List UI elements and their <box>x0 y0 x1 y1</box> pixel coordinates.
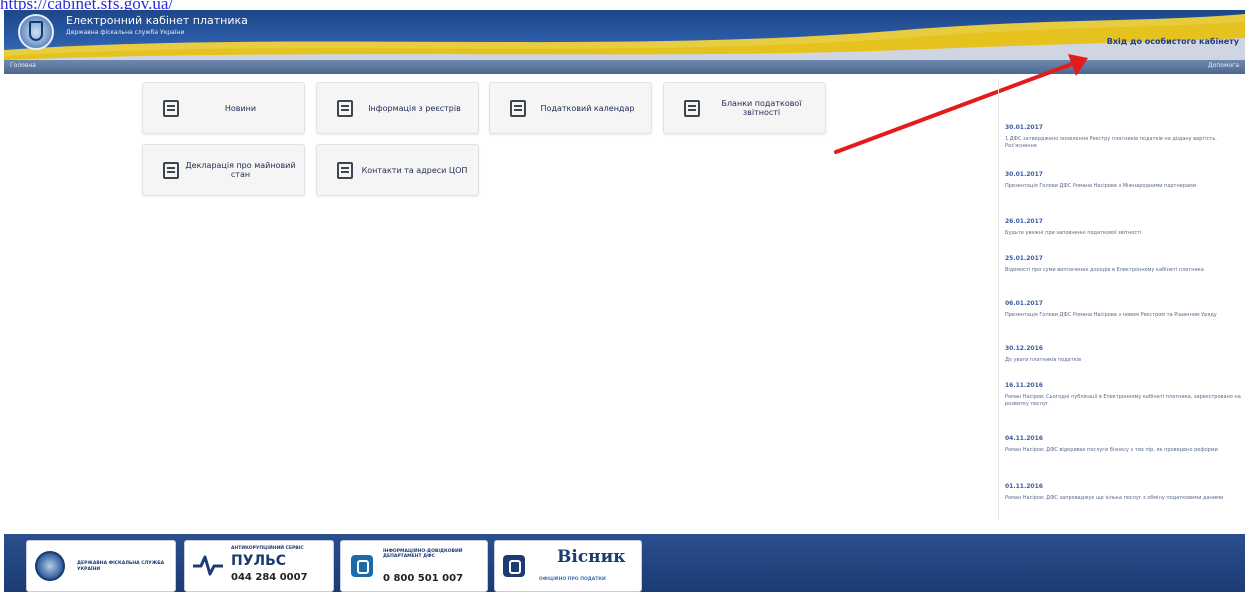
footer-visnyk-banner[interactable]: Вісник ОФІЦІЙНО ПРО ПОДАТКИ <box>494 540 642 592</box>
news-item[interactable]: 01.11.2016 Роман Насіров: ДФС запроваджу… <box>1005 483 1245 502</box>
tile-label: Новини <box>224 103 257 113</box>
news-item[interactable]: 30.12.2016 До уваги платників податків <box>1005 345 1245 364</box>
news-text[interactable]: Презентація Голови ДФС Романа Насірова з… <box>1005 312 1245 319</box>
news-item[interactable]: 06.01.2017 Презентація Голови ДФС Романа… <box>1005 300 1245 319</box>
personal-cabinet-login-link[interactable]: Вхід до особистого кабінету <box>1107 37 1239 46</box>
page-url-link[interactable]: https://cabinet.sfs.gov.ua/ <box>0 0 173 10</box>
visnyk-caption: ОФІЦІЙНО ПРО ПОДАТКИ <box>539 577 606 582</box>
news-sidebar: 30.01.2017 1 ДФС затверджено оновлення Р… <box>998 79 1246 520</box>
news-item[interactable]: 30.01.2017 Презентація Голови ДФС Романа… <box>1005 171 1245 190</box>
news-date[interactable]: 04.11.2016 <box>1005 435 1245 443</box>
news-item[interactable]: 30.01.2017 1 ДФС затверджено оновлення Р… <box>1005 124 1245 150</box>
news-item[interactable]: 04.11.2016 Роман Насіров: ДФС відкриває … <box>1005 435 1245 454</box>
news-date[interactable]: 30.12.2016 <box>1005 345 1245 353</box>
tile-tax-forms[interactable]: Бланки податкової звітності <box>663 82 826 134</box>
news-text[interactable]: Презентація Голови ДФС Романа Насірова з… <box>1005 183 1245 190</box>
news-text[interactable]: Будьте уважні при заповненні податкової … <box>1005 230 1245 237</box>
tile-tax-calendar[interactable]: Податковий календар <box>489 82 652 134</box>
puls-name: ПУЛЬС <box>231 553 287 569</box>
contact-card-icon <box>337 161 353 179</box>
newspaper-icon <box>163 99 179 117</box>
footer-info-banner[interactable]: ІНФОРМАЦІЙНО-ДОВІДКОВИЙ ДЕПАРТАМЕНТ ДФС … <box>340 540 488 592</box>
info-caption: ІНФОРМАЦІЙНО-ДОВІДКОВИЙ ДЕПАРТАМЕНТ ДФС <box>383 549 463 559</box>
home-link[interactable]: Головна <box>10 62 36 69</box>
news-item[interactable]: 25.01.2017 Відомості про суми виплачених… <box>1005 255 1245 274</box>
news-text[interactable]: 1 ДФС затверджено оновлення Реєстру плат… <box>1005 136 1245 150</box>
tablet-icon <box>503 555 525 577</box>
puls-caption: АНТИКОРУПЦІЙНИЙ СЕРВІС <box>231 546 304 551</box>
news-date[interactable]: 25.01.2017 <box>1005 255 1245 263</box>
tile-label: Контакти та адреси ЦОП <box>361 165 468 175</box>
footer-puls-banner[interactable]: АНТИКОРУПЦІЙНИЙ СЕРВІС ПУЛЬС 044 284 000… <box>184 540 334 592</box>
dfs-emblem-icon <box>35 551 65 581</box>
calendar-icon <box>510 99 526 117</box>
news-date[interactable]: 26.01.2017 <box>1005 218 1245 226</box>
tile-label: Декларація про майновий стан <box>185 161 296 179</box>
tile-news[interactable]: Новини <box>142 82 305 134</box>
phone-icon <box>351 555 373 577</box>
tile-label: Бланки податкової звітності <box>721 99 802 117</box>
info-phone: 0 800 501 007 <box>383 573 464 584</box>
news-text[interactable]: Відомості про суми виплачених доходів в … <box>1005 267 1245 274</box>
footer-dfs-banner[interactable]: ДЕРЖАВНА ФІСКАЛЬНА СЛУЖБА УКРАЇНИ <box>26 540 176 592</box>
news-text[interactable]: До уваги платників податків <box>1005 357 1245 364</box>
pulse-icon <box>193 555 223 576</box>
news-date[interactable]: 16.11.2016 <box>1005 382 1245 390</box>
tile-contacts[interactable]: Контакти та адреси ЦОП <box>316 144 479 196</box>
visnyk-title: Вісник <box>557 547 626 567</box>
news-text[interactable]: Роман Насіров: ДФС відкриває послуги біз… <box>1005 447 1245 454</box>
document-icon <box>684 99 700 117</box>
dfs-logo[interactable] <box>18 14 54 50</box>
news-date[interactable]: 30.01.2017 <box>1005 124 1245 132</box>
puls-phone: 044 284 0007 <box>231 572 308 583</box>
news-date[interactable]: 01.11.2016 <box>1005 483 1245 491</box>
news-item[interactable]: 26.01.2017 Будьте уважні при заповненні … <box>1005 218 1245 237</box>
tile-label: Інформація з реєстрів <box>368 103 461 113</box>
news-text[interactable]: Роман Насіров: Сьогодні публікації в Еле… <box>1005 394 1245 408</box>
news-date[interactable]: 06.01.2017 <box>1005 300 1245 308</box>
news-item[interactable]: 16.11.2016 Роман Насіров: Сьогодні публі… <box>1005 382 1245 408</box>
news-date[interactable]: 30.01.2017 <box>1005 171 1245 179</box>
tile-property-declaration[interactable]: Декларація про майновий стан <box>142 144 305 196</box>
site-subtitle: Державна фіскальна служба України <box>66 29 185 36</box>
site-title: Електронний кабінет платника <box>66 14 248 27</box>
footer-dfs-label: ДЕРЖАВНА ФІСКАЛЬНА СЛУЖБА УКРАЇНИ <box>77 561 165 572</box>
news-text[interactable]: Роман Насіров: ДФС запроваджує ще кілька… <box>1005 495 1245 502</box>
site-footer: ДЕРЖАВНА ФІСКАЛЬНА СЛУЖБА УКРАЇНИ АНТИКО… <box>4 534 1245 592</box>
info-icon <box>337 99 353 117</box>
tile-registries[interactable]: Інформація з реєстрів <box>316 82 479 134</box>
tile-label: Податковий календар <box>540 103 635 113</box>
help-link[interactable]: Допомога <box>1208 62 1239 69</box>
form-icon <box>163 161 179 179</box>
